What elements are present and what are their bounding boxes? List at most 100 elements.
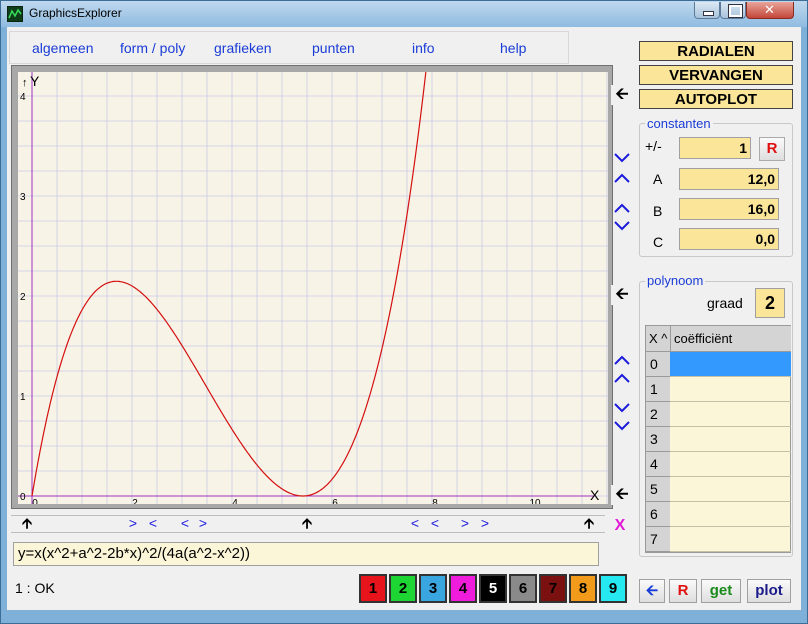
coefficient-cell[interactable]: [670, 452, 791, 477]
row-header: 3: [646, 427, 670, 452]
get-button[interactable]: get: [701, 579, 741, 603]
color-7-button[interactable]: 7: [539, 574, 567, 603]
row-header: 6: [646, 502, 670, 527]
y-tick-label: 2: [20, 292, 26, 303]
color-3-button[interactable]: 3: [419, 574, 447, 603]
chevron-down-icon[interactable]: [611, 151, 633, 169]
chevron-up-icon[interactable]: [611, 171, 633, 189]
row-header: 7: [646, 527, 670, 552]
b-field[interactable]: 16,0: [679, 198, 779, 220]
chevron-right-icon[interactable]: >: [477, 515, 493, 533]
chevron-left-icon[interactable]: <: [407, 515, 423, 533]
color-9-button[interactable]: 9: [599, 574, 627, 603]
arrow-up-icon[interactable]: 🡩: [299, 515, 315, 533]
x-tick-label: 0: [32, 498, 38, 504]
back-button[interactable]: 🡨: [639, 579, 665, 603]
menu-grafieken[interactable]: grafieken: [214, 40, 272, 56]
y-tick-label: 0: [20, 492, 26, 503]
color-4-button[interactable]: 4: [449, 574, 477, 603]
plot-frame: 0 2 4 6 8 10 4 3 2 1 0 ↑ Y X: [11, 65, 613, 509]
arrow-up-icon[interactable]: 🡩: [581, 515, 597, 533]
menu-help[interactable]: help: [500, 40, 526, 56]
chevron-left-icon[interactable]: <: [145, 515, 161, 533]
maximize-button[interactable]: [720, 2, 746, 19]
autoplot-button[interactable]: AUTOPLOT: [639, 89, 793, 109]
chevron-right-icon[interactable]: >: [195, 515, 211, 533]
coefficient-cell[interactable]: [670, 502, 791, 527]
plusminus-field[interactable]: 1: [679, 137, 751, 159]
graad-field[interactable]: 2: [755, 288, 785, 318]
y-axis-arrow-label: ↑: [22, 77, 28, 89]
coefficient-cell[interactable]: [670, 427, 791, 452]
chevron-right-icon[interactable]: >: [457, 515, 473, 533]
c-field[interactable]: 0,0: [679, 228, 779, 250]
arrow-up-icon[interactable]: 🡩: [19, 515, 35, 533]
chevron-down-icon[interactable]: [611, 219, 633, 237]
coefficient-cell[interactable]: [670, 477, 791, 502]
chevron-up-icon[interactable]: [611, 353, 633, 371]
chevron-left-icon[interactable]: <: [177, 515, 193, 533]
row-header: 5: [646, 477, 670, 502]
plot-area[interactable]: 0 2 4 6 8 10 4 3 2 1 0 ↑ Y X: [18, 66, 608, 509]
arrow-left-icon: 🡨: [645, 582, 659, 599]
menu-form-poly[interactable]: form / poly: [120, 40, 185, 56]
graad-label: graad: [707, 295, 743, 311]
clear-x-button[interactable]: X: [610, 516, 630, 536]
arrow-left-icon[interactable]: 🡨: [611, 285, 633, 305]
menu-algemeen[interactable]: algemeen: [32, 40, 94, 56]
client-area: algemeen form / poly grafieken punten in…: [7, 27, 801, 610]
chevron-down-icon[interactable]: [611, 419, 633, 437]
coefficient-cell[interactable]: [670, 377, 791, 402]
chevron-up-icon[interactable]: [611, 371, 633, 389]
radialen-button[interactable]: RADIALEN: [639, 41, 793, 61]
color-2-button[interactable]: 2: [389, 574, 417, 603]
coefficient-cell[interactable]: [670, 352, 791, 377]
plot-button[interactable]: plot: [747, 579, 791, 603]
color-5-button[interactable]: 5: [479, 574, 507, 603]
coefficient-grid[interactable]: X ^ coëfficiënt 01234567: [645, 325, 791, 553]
vervangen-button[interactable]: VERVANGEN: [639, 65, 793, 85]
col-header-x: X ^: [646, 326, 670, 352]
y-tick-label: 4: [20, 92, 26, 103]
chevron-right-icon[interactable]: >: [125, 515, 141, 533]
formula-input[interactable]: y=x(x^2+a^2-2b*x)^2/(4a(a^2-x^2)): [13, 542, 599, 566]
app-window: GraphicsExplorer algemeen form / poly gr…: [0, 0, 808, 624]
y-axis-label: Y: [30, 73, 40, 89]
chevron-left-icon[interactable]: <: [427, 515, 443, 533]
x-tick-label: 8: [432, 498, 438, 504]
coefficient-cell[interactable]: [670, 402, 791, 427]
arrow-left-icon[interactable]: 🡨: [611, 85, 633, 105]
polynoom-title: polynoom: [645, 273, 706, 288]
x-axis-label: X: [590, 487, 600, 503]
menu-info[interactable]: info: [412, 40, 435, 56]
x-tick-label: 10: [529, 498, 541, 504]
a-label: A: [653, 171, 663, 187]
chevron-down-icon[interactable]: [611, 401, 633, 419]
x-tick-label: 4: [232, 498, 238, 504]
arrow-left-icon[interactable]: 🡨: [611, 485, 633, 505]
row-header: 4: [646, 452, 670, 477]
b-label: B: [653, 203, 663, 219]
menu-bar: algemeen form / poly grafieken punten in…: [9, 31, 569, 64]
x-tick-label: 6: [332, 498, 338, 504]
chevron-up-icon[interactable]: [611, 201, 633, 219]
menu-punten[interactable]: punten: [312, 40, 355, 56]
color-6-button[interactable]: 6: [509, 574, 537, 603]
y-tick-label: 3: [20, 192, 26, 203]
plusminus-label: +/-: [645, 138, 662, 154]
coefficient-cell[interactable]: [670, 527, 791, 552]
minimize-button[interactable]: [694, 2, 720, 19]
color-8-button[interactable]: 8: [569, 574, 597, 603]
function-curve: [31, 66, 428, 497]
a-field[interactable]: 12,0: [679, 168, 779, 190]
close-button[interactable]: [746, 2, 794, 19]
col-header-coefficient: coëfficiënt: [670, 326, 791, 352]
reset-constants-button[interactable]: R: [759, 137, 785, 161]
app-graph-icon: [7, 6, 23, 22]
color-1-button[interactable]: 1: [359, 574, 387, 603]
constants-title: constanten: [645, 116, 713, 131]
window-title: GraphicsExplorer: [29, 6, 122, 20]
c-label: C: [653, 234, 664, 250]
reset-button[interactable]: R: [669, 579, 697, 603]
graph-canvas[interactable]: 0 2 4 6 8 1043210↑ YX: [18, 66, 608, 509]
